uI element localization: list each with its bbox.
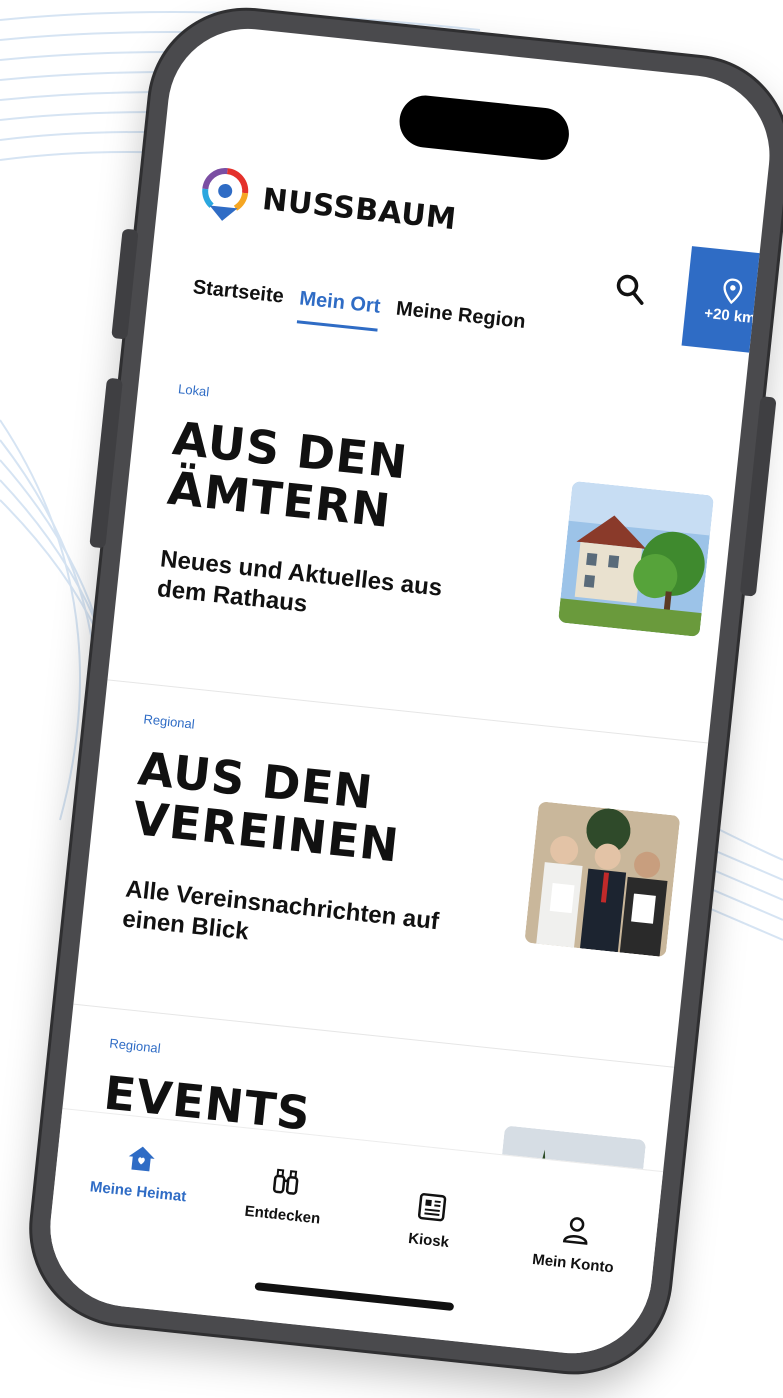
location-radius-button[interactable]: +20 km [682,246,778,355]
nav-kiosk[interactable]: Kiosk [358,1185,503,1256]
nav-meine-heimat[interactable]: Meine Heimat [68,1136,213,1207]
card-tag: Lokal [177,381,209,399]
card-tag: Regional [109,1036,162,1056]
user-icon [560,1214,593,1247]
tab-mein-ort[interactable]: Mein Ort [297,287,381,331]
card-subtitle: Alle Vereinsnachrichten auf einen Blick [121,874,455,968]
location-radius-label: +20 km [704,304,757,326]
home-icon [125,1142,158,1175]
nav-label: Mein Konto [531,1251,614,1276]
nav-label: Kiosk [407,1230,449,1251]
card-subtitle: Neues und Aktuelles aus dem Rathaus [156,544,490,638]
tab-startseite[interactable]: Startseite [190,276,284,321]
volume-up-button [111,228,138,339]
search-icon [612,270,649,307]
card-title: AUS DEN ÄMTERN [165,413,543,551]
location-pin-icon [720,276,745,306]
newspaper-icon [416,1191,449,1224]
nav-mein-konto[interactable]: Mein Konto [502,1208,647,1279]
location-pin-logo-icon [196,164,254,225]
app-screen: NUSSBAUM +20 km Startseite Mein Ort Mein… [42,21,777,1361]
nav-label: Entdecken [244,1203,321,1228]
news-card-vereine[interactable]: Regional AUS DEN VEREINEN Alle Vereinsna… [74,679,708,1060]
brand-name: NUSSBAUM [261,182,458,237]
top-tabs: Startseite Mein Ort Meine Region [190,276,526,347]
card-title: AUS DEN VEREINEN [131,743,509,881]
card-thumbnail-townhall [558,481,714,637]
app-logo[interactable]: NUSSBAUM [196,164,459,247]
card-tag: Regional [143,711,196,731]
nav-entdecken[interactable]: Entdecken [212,1160,357,1231]
phone-frame: NUSSBAUM +20 km Startseite Mein Ort Mein… [23,1,783,1381]
dynamic-island [397,93,572,162]
nav-label: Meine Heimat [89,1178,187,1205]
search-button[interactable] [612,270,649,307]
home-indicator [254,1282,454,1311]
news-card-aemter[interactable]: Lokal AUS DEN ÄMTERN Neues und Aktuelles… [108,355,742,736]
tab-meine-region[interactable]: Meine Region [394,298,527,347]
card-thumbnail-club [524,801,680,957]
power-button [740,396,777,597]
volume-down-button [89,378,123,549]
binoculars-icon [269,1165,302,1198]
